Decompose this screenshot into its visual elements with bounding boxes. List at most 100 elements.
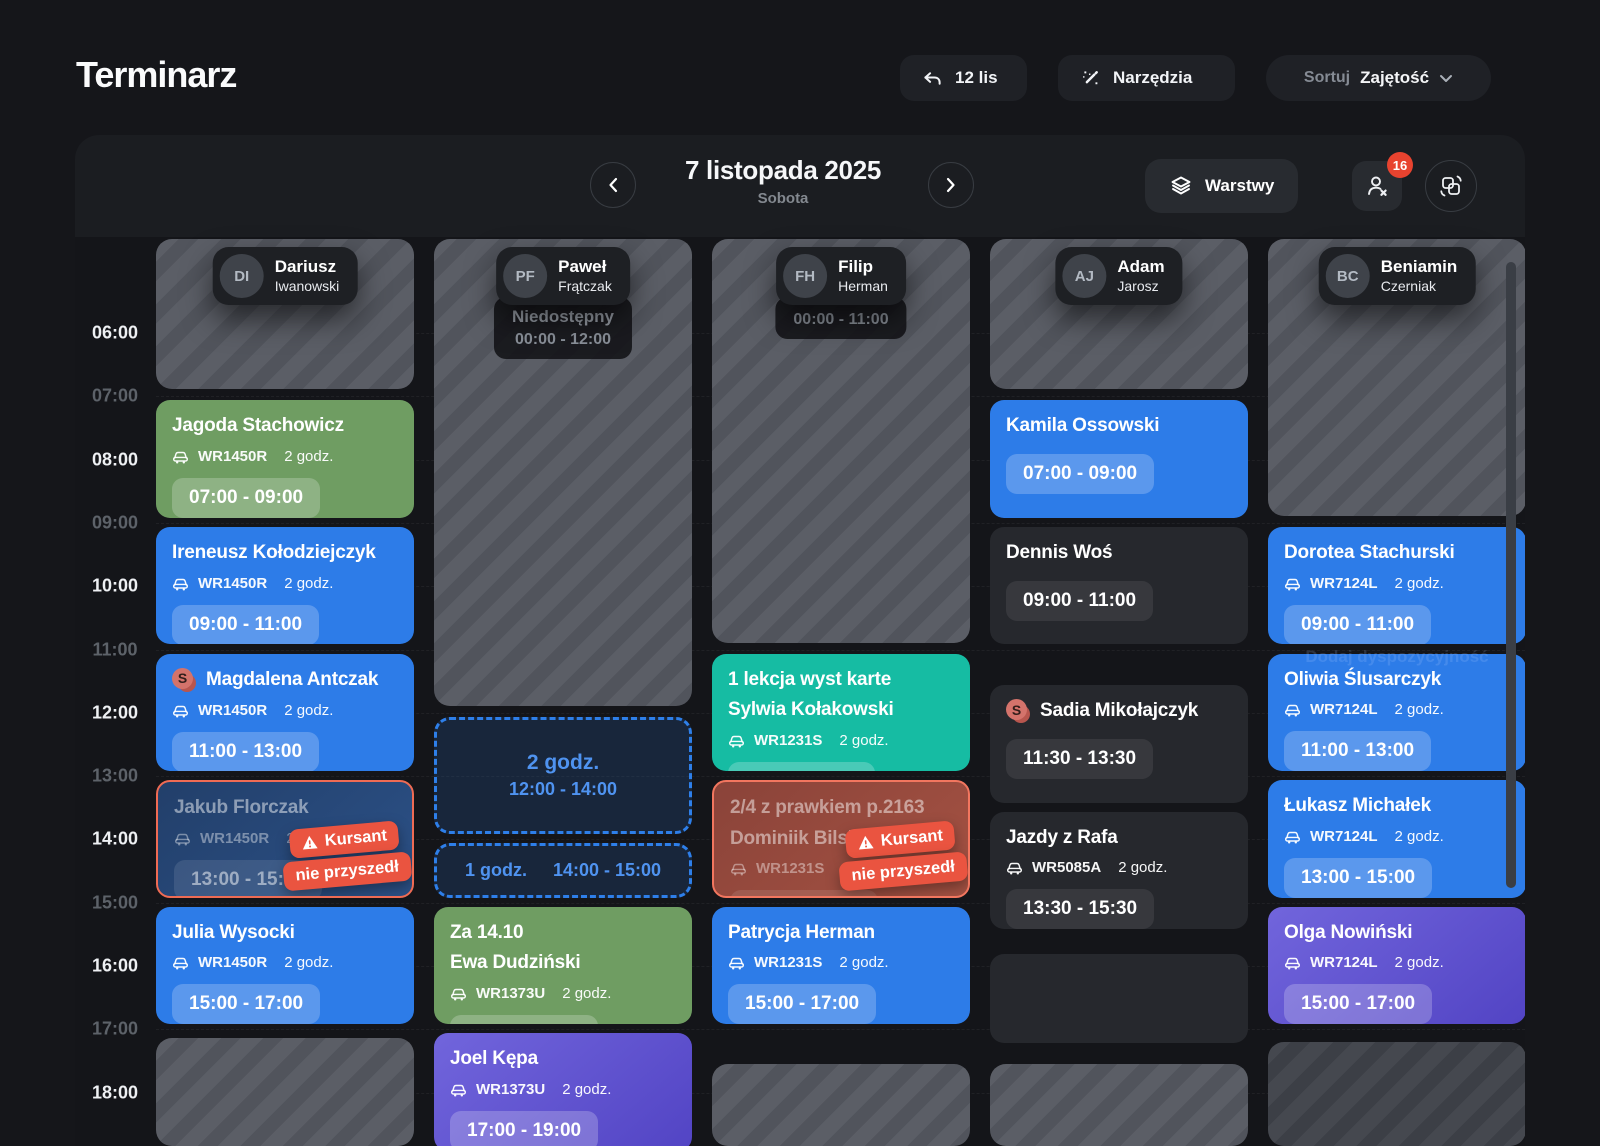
instructor-column: Dorotea StachurskiWR7124L2 godz.09:00 - … (1268, 237, 1525, 1146)
event-card[interactable]: Patrycja HermanWR1231S2 godz.15:00 - 17:… (712, 907, 970, 1025)
event-title-text: Ireneusz Kołodziejczyk (172, 541, 376, 566)
event-card[interactable]: SMagdalena AntczakWR1450R2 godz.11:00 - … (156, 654, 414, 772)
event-card[interactable]: Julia WysockiWR1450R2 godz.15:00 - 17:00 (156, 907, 414, 1025)
instructor-chip[interactable]: DIDariuszIwanowski (213, 247, 358, 305)
sort-label: Sortuj (1304, 69, 1350, 87)
event-duration: 2 godz. (284, 448, 333, 465)
avatar: BC (1326, 254, 1370, 298)
event-duration: 2 godz. (284, 702, 333, 719)
event-card[interactable]: Ireneusz KołodziejczykWR1450R2 godz.09:0… (156, 527, 414, 645)
event-card[interactable]: SSadia Mikołajczyk11:30 - 13:30 (990, 685, 1248, 803)
vehicle-code: WR1231S (754, 954, 822, 971)
vehicle-code: WR7124L (1310, 575, 1378, 592)
event-title: 1 lekcja wyst karte (728, 668, 954, 693)
instructor-column: Niedostępny00:00 - 12:002 godz.12:00 - 1… (434, 237, 692, 1146)
event-card[interactable]: 1 lekcja wyst karteSylwia KołakowskiWR12… (712, 654, 970, 772)
event-time: 13:00 - 15:00 (730, 890, 878, 897)
tools-label: Narzędzia (1113, 68, 1192, 88)
event-duration: 2 godz. (284, 954, 333, 971)
empty-slot-card[interactable] (990, 954, 1248, 1043)
event-card[interactable]: Jakub FlorczakWR1450R2 godz.13:00 - 15:0… (156, 780, 414, 898)
event-time: 13:30 - 15:30 (1006, 889, 1154, 929)
event-meta: WR1450R2 godz. (172, 448, 398, 465)
event-time: 11:00 - 13:00 (728, 762, 875, 771)
event-card[interactable]: Łukasz MichałekWR7124L2 godz.13:00 - 15:… (1268, 780, 1525, 898)
unavailable-block (712, 1064, 970, 1146)
event-time: 13:00 - 15:00 (1284, 858, 1432, 898)
availability-proposal[interactable]: 2 godz. 12:00 - 14:00 (434, 717, 692, 835)
event-title-text: Ewa Dudziński (450, 951, 580, 976)
event-meta: WR7124L2 godz. (1284, 701, 1510, 718)
instructor-last-name: Jarosz (1117, 278, 1164, 295)
event-time: 11:00 - 13:00 (1284, 731, 1431, 771)
event-title: Jakub Florczak (174, 796, 396, 821)
event-card[interactable]: 2/4 z prawkiem p.2163Dominiik BilskiWR12… (712, 780, 970, 898)
jump-to-date-label: 12 lis (955, 68, 998, 88)
event-duration: 2 godz. (1395, 828, 1444, 845)
event-meta: WR1450R2 godz. (172, 954, 398, 971)
proposal-time: 12:00 - 14:00 (509, 779, 617, 800)
swap-view-button[interactable] (1425, 160, 1477, 212)
next-day-button[interactable] (928, 162, 974, 208)
event-title-text: Olga Nowiński (1284, 921, 1412, 946)
chevron-left-icon (608, 177, 618, 193)
instructor-column: 00:00 - 11:001 lekcja wyst karteSylwia K… (712, 237, 970, 1146)
instructor-chip[interactable]: PFPawełFrątczak (496, 247, 630, 305)
car-icon (730, 861, 747, 876)
event-card[interactable]: Olga NowińskiWR7124L2 godz.15:00 - 17:00 (1268, 907, 1525, 1025)
magic-wand-icon (1080, 68, 1101, 89)
layers-label: Warstwy (1205, 176, 1274, 196)
vehicle-code: WR1373U (476, 985, 545, 1002)
instructor-column: Kamila Ossowski07:00 - 09:00Dennis Woś09… (990, 237, 1248, 1146)
jump-to-date-button[interactable]: 12 lis (900, 55, 1027, 101)
event-card[interactable]: Kamila Ossowski07:00 - 09:00 (990, 400, 1248, 518)
event-title: Ireneusz Kołodziejczyk (172, 541, 398, 566)
absent-count-badge: 16 (1387, 152, 1413, 178)
event-duration: 2 godz. (1395, 701, 1444, 718)
instructor-chip[interactable]: BCBeniaminCzerniak (1319, 247, 1476, 305)
layers-button[interactable]: Warstwy (1145, 159, 1298, 213)
unavailability-text: 00:00 - 12:00 (512, 331, 614, 349)
payment-coin-letter: S (172, 668, 193, 689)
event-title-text: 1 lekcja wyst karte (728, 668, 891, 693)
vehicle-code: WR1450R (198, 702, 267, 719)
car-icon (172, 449, 189, 464)
no-show-badge: Kursantnie przyszedł (280, 819, 412, 891)
proposal-duration: 2 godz. (527, 751, 599, 775)
time-label: 11:00 (75, 639, 155, 660)
event-title: Dennis Woś (1006, 541, 1232, 566)
vehicle-code: WR1231S (754, 732, 822, 749)
availability-proposal[interactable]: 1 godz.14:00 - 15:00 (434, 843, 692, 897)
instructor-chip[interactable]: FHFilipHerman (776, 247, 906, 305)
event-title: Joel Kępa (450, 1047, 676, 1072)
instructor-chip[interactable]: AJAdamJarosz (1055, 247, 1182, 305)
event-duration: 2 godz. (1118, 859, 1167, 876)
undo-arrow-icon (922, 69, 943, 88)
event-card[interactable]: Jagoda StachowiczWR1450R2 godz.07:00 - 0… (156, 400, 414, 518)
event-card[interactable]: Za 14.10Ewa DudzińskiWR1373U2 godz.15:00… (434, 907, 692, 1025)
instructor-last-name: Iwanowski (275, 278, 340, 295)
current-weekday: Sobota (685, 190, 881, 207)
event-card[interactable]: Joel KępaWR1373U2 godz.17:00 - 19:00 (434, 1033, 692, 1146)
time-label: 14:00 (75, 829, 155, 850)
event-card[interactable]: Dennis Woś09:00 - 11:00 (990, 527, 1248, 645)
vertical-scrollbar[interactable] (1506, 262, 1516, 888)
tools-button[interactable]: Narzędzia (1058, 55, 1235, 101)
absent-students-button[interactable]: 16 (1352, 161, 1402, 211)
instructor-first-name: Adam (1117, 257, 1164, 277)
event-card[interactable]: Jazdy z RafaWR5085A2 godz.13:30 - 15:30 (990, 812, 1248, 930)
event-card[interactable]: Dorotea StachurskiWR7124L2 godz.09:00 - … (1268, 527, 1525, 645)
time-label: 06:00 (75, 323, 155, 344)
payment-due-icon: S (172, 668, 197, 693)
car-icon (1006, 860, 1023, 875)
car-icon (450, 986, 467, 1001)
sort-value: Zajętość (1360, 68, 1429, 88)
vehicle-code: WR5085A (1032, 859, 1101, 876)
instructor-name: FilipHerman (838, 257, 888, 294)
event-card[interactable]: Oliwia ŚlusarczykWR7124L2 godz.11:00 - 1… (1268, 654, 1525, 772)
previous-day-button[interactable] (590, 162, 636, 208)
instructor-last-name: Herman (838, 278, 888, 295)
car-icon (172, 576, 189, 591)
time-label: 08:00 (75, 449, 155, 470)
sort-dropdown[interactable]: Sortuj Zajętość (1266, 55, 1491, 101)
